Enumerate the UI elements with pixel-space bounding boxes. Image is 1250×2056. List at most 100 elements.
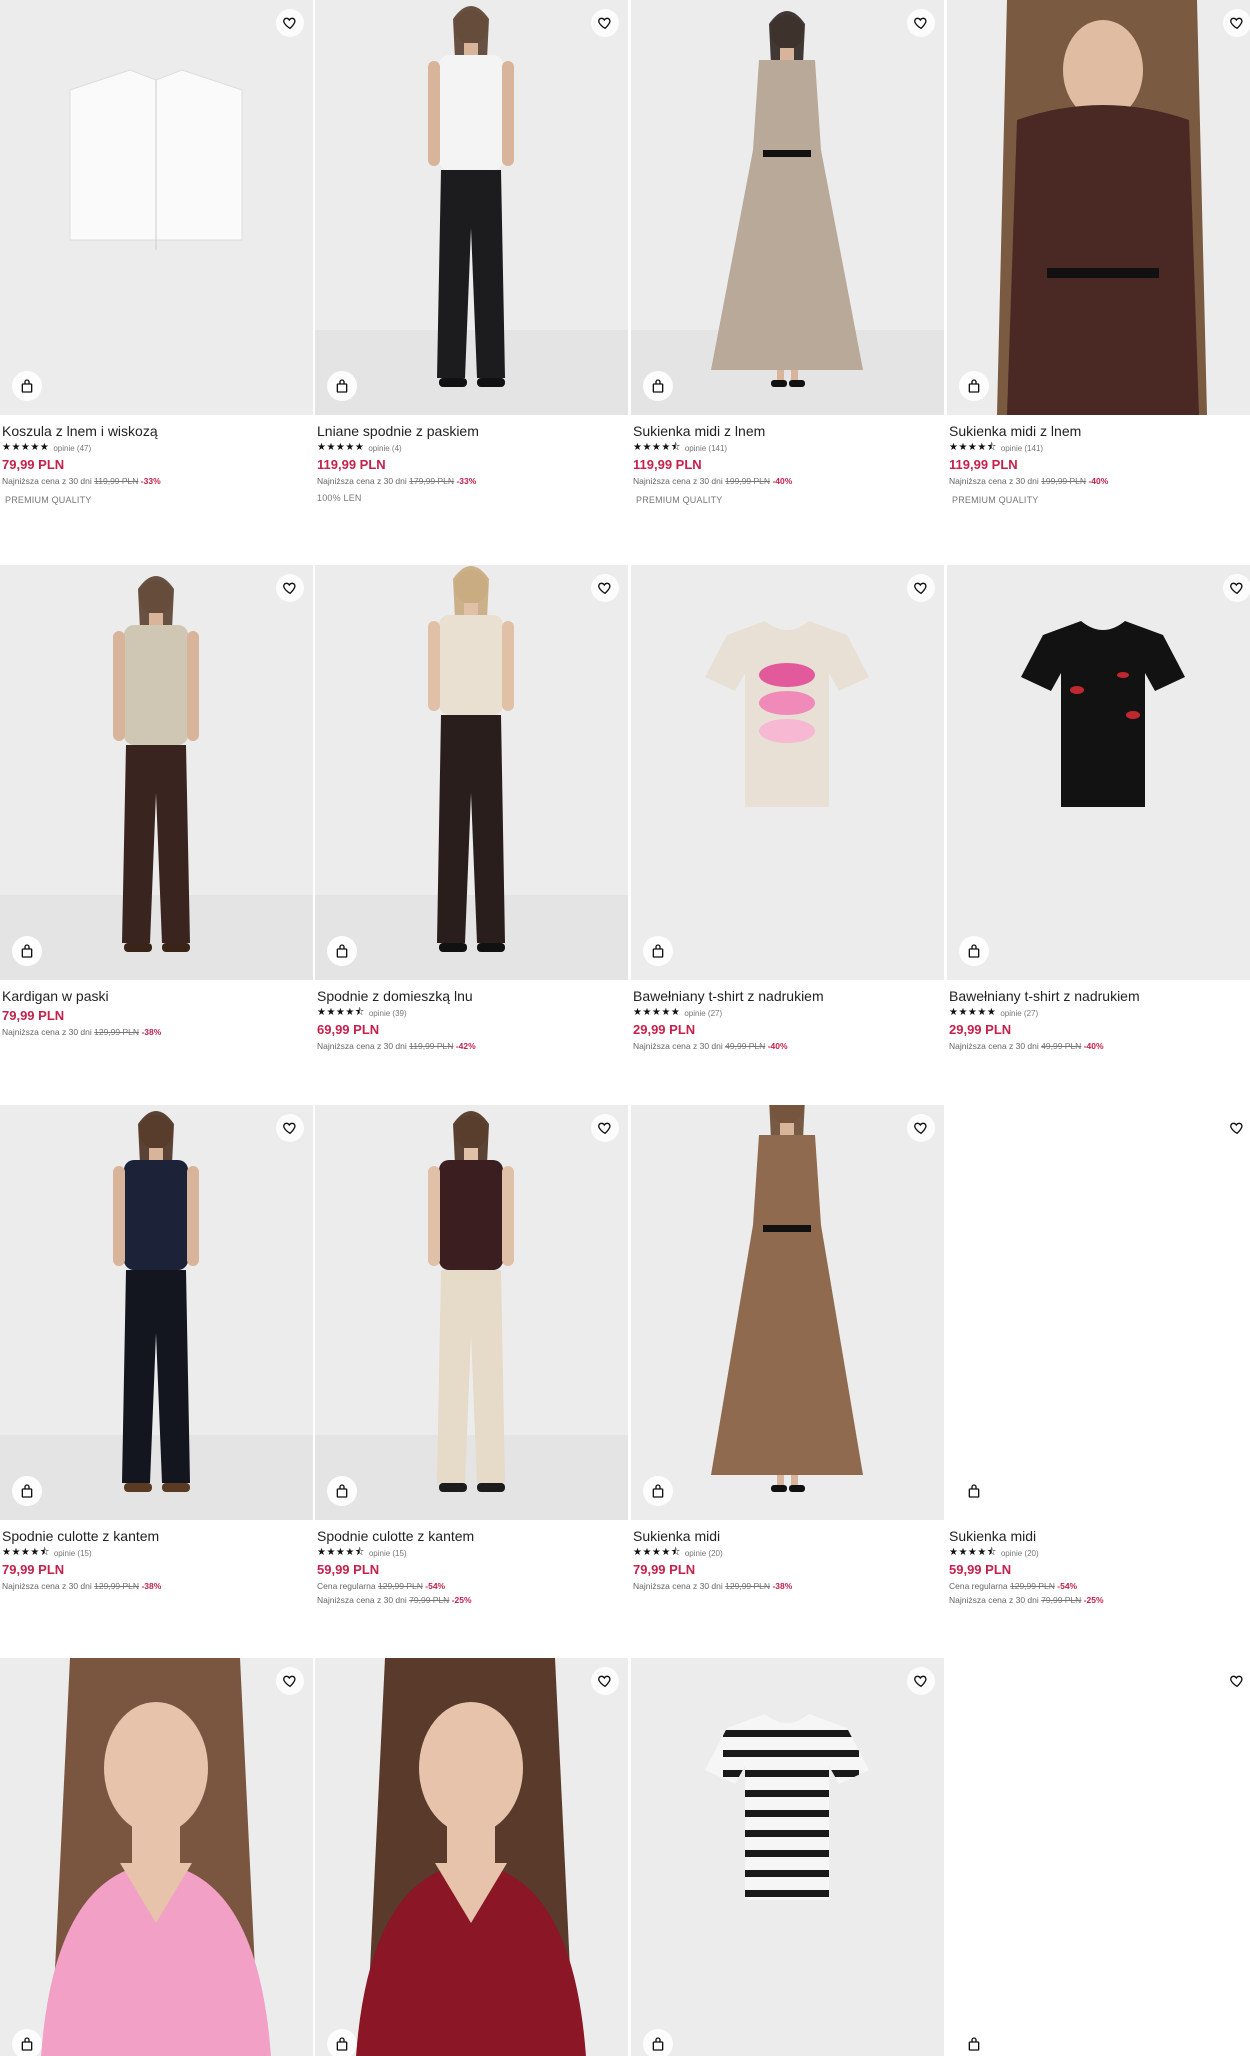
product-card[interactable]: Sukienka midi z lnem ★★★★⯪ opinie (141) 1…: [631, 0, 944, 505]
product-card[interactable]: Sukienka midi ★★★★⯪ opinie (20) 79,99 PLN…: [631, 1105, 944, 1592]
product-card[interactable]: [315, 1658, 628, 2056]
shopping-bag-icon[interactable]: [959, 2029, 989, 2056]
product-card[interactable]: Bawełniany t-shirt z nadrukiem ★★★★★ opi…: [947, 565, 1250, 1052]
heart-icon[interactable]: [591, 1114, 619, 1142]
product-price: 79,99 PLN: [2, 1008, 65, 1023]
review-count[interactable]: opinie (20): [1001, 1549, 1039, 1558]
product-name[interactable]: Sukienka midi z lnem: [949, 423, 1250, 440]
product-name[interactable]: Bawełniany t-shirt z nadrukiem: [949, 988, 1250, 1005]
product-image[interactable]: [631, 1105, 944, 1520]
review-count[interactable]: opinie (47): [53, 444, 91, 453]
product-name[interactable]: Koszula z lnem i wiskozą: [2, 423, 311, 440]
product-image[interactable]: [0, 0, 313, 415]
product-card[interactable]: Koszula z lnem i wiskozą ★★★★★ opinie (4…: [0, 0, 313, 505]
product-name[interactable]: Lniane spodnie z paskiem: [317, 423, 626, 440]
heart-icon[interactable]: [1223, 1114, 1250, 1142]
shopping-bag-icon[interactable]: [12, 371, 42, 401]
product-name[interactable]: Kardigan w paski: [2, 988, 311, 1005]
shopping-bag-icon[interactable]: [959, 1476, 989, 1506]
product-card[interactable]: [0, 1658, 313, 2056]
product-card[interactable]: [947, 1658, 1250, 2056]
shopping-bag-icon[interactable]: [327, 936, 357, 966]
shopping-bag-icon[interactable]: [643, 936, 673, 966]
shopping-bag-icon[interactable]: [12, 1476, 42, 1506]
review-count[interactable]: opinie (141): [685, 444, 727, 453]
review-count[interactable]: opinie (39): [369, 1009, 407, 1018]
product-card[interactable]: Spodnie culotte z kantem ★★★★⯪ opinie (1…: [315, 1105, 628, 1606]
heart-icon[interactable]: [276, 9, 304, 37]
shopping-bag-icon[interactable]: [959, 936, 989, 966]
heart-icon[interactable]: [907, 1667, 935, 1695]
product-price: 69,99 PLN: [317, 1022, 380, 1037]
rating-stars: ★★★★★: [2, 442, 50, 453]
product-image[interactable]: [947, 565, 1250, 980]
shopping-bag-icon[interactable]: [327, 2029, 357, 2056]
product-card[interactable]: Sukienka midi ★★★★⯪ opinie (20) 59,99 PLN…: [947, 1105, 1250, 1606]
product-name[interactable]: Spodnie z domieszką lnu: [317, 988, 626, 1005]
shopping-bag-icon[interactable]: [327, 371, 357, 401]
product-image[interactable]: [631, 0, 944, 415]
heart-icon[interactable]: [276, 1667, 304, 1695]
heart-icon[interactable]: [1223, 9, 1250, 37]
review-count[interactable]: opinie (27): [684, 1009, 722, 1018]
product-image[interactable]: [0, 565, 313, 980]
product-name[interactable]: Spodnie culotte z kantem: [2, 1528, 311, 1545]
product-card[interactable]: Lniane spodnie z paskiem ★★★★★ opinie (4…: [315, 0, 628, 503]
product-image[interactable]: [947, 1105, 1250, 1520]
product-card[interactable]: Spodnie culotte z kantem ★★★★⯪ opinie (1…: [0, 1105, 313, 1592]
old-price: 129,99 PLN: [377, 1581, 423, 1591]
heart-icon[interactable]: [1223, 574, 1250, 602]
product-image[interactable]: [315, 0, 628, 415]
heart-icon[interactable]: [276, 1114, 304, 1142]
review-count[interactable]: opinie (15): [369, 1549, 407, 1558]
product-photo: [315, 0, 628, 415]
product-card[interactable]: Bawełniany t-shirt z nadrukiem ★★★★★ opi…: [631, 565, 944, 1052]
product-image[interactable]: [947, 1658, 1250, 2056]
review-count[interactable]: opinie (15): [54, 1549, 92, 1558]
heart-icon[interactable]: [276, 574, 304, 602]
shopping-bag-icon[interactable]: [327, 1476, 357, 1506]
product-image[interactable]: [315, 1658, 628, 2056]
product-card[interactable]: Kardigan w paski 79,99 PLN Najniższa cena…: [0, 565, 313, 1038]
shopping-bag-icon[interactable]: [643, 1476, 673, 1506]
heart-icon[interactable]: [907, 574, 935, 602]
product-name[interactable]: Bawełniany t-shirt z nadrukiem: [633, 988, 942, 1005]
product-photo: [947, 565, 1250, 980]
shopping-bag-icon[interactable]: [643, 2029, 673, 2056]
product-image[interactable]: [315, 1105, 628, 1520]
price-history-label: Najniższa cena z 30 dni: [317, 1595, 407, 1605]
product-info: Koszula z lnem i wiskozą ★★★★★ opinie (4…: [0, 415, 313, 505]
heart-icon[interactable]: [591, 574, 619, 602]
shopping-bag-icon[interactable]: [12, 936, 42, 966]
product-image[interactable]: [631, 565, 944, 980]
product-info: Spodnie z domieszką lnu ★★★★⯪ opinie (39…: [315, 980, 628, 1052]
product-image[interactable]: [0, 1658, 313, 2056]
product-info: Sukienka midi ★★★★⯪ opinie (20) 59,99 PLN…: [947, 1520, 1250, 1606]
rating-stars: ★★★★⯪: [633, 1547, 681, 1558]
product-image[interactable]: [631, 1658, 944, 2056]
product-card[interactable]: [631, 1658, 944, 2056]
heart-icon[interactable]: [907, 9, 935, 37]
heart-icon[interactable]: [907, 1114, 935, 1142]
product-name[interactable]: Sukienka midi: [633, 1528, 942, 1545]
product-image[interactable]: [947, 0, 1250, 415]
review-count[interactable]: opinie (27): [1000, 1009, 1038, 1018]
product-image[interactable]: [315, 565, 628, 980]
product-name[interactable]: Sukienka midi z lnem: [633, 423, 942, 440]
review-count[interactable]: opinie (141): [1001, 444, 1043, 453]
heart-icon[interactable]: [591, 1667, 619, 1695]
heart-icon[interactable]: [1223, 1667, 1250, 1695]
product-name[interactable]: Sukienka midi: [949, 1528, 1250, 1545]
review-count[interactable]: opinie (20): [685, 1549, 723, 1558]
shopping-bag-icon[interactable]: [12, 2029, 42, 2056]
shopping-bag-icon[interactable]: [959, 371, 989, 401]
old-price: 119,99 PLN: [409, 1041, 454, 1051]
product-photo: [0, 1658, 313, 2056]
product-card[interactable]: Sukienka midi z lnem ★★★★⯪ opinie (141) 1…: [947, 0, 1250, 505]
heart-icon[interactable]: [591, 9, 619, 37]
product-image[interactable]: [0, 1105, 313, 1520]
product-name[interactable]: Spodnie culotte z kantem: [317, 1528, 626, 1545]
review-count[interactable]: opinie (4): [368, 444, 401, 453]
shopping-bag-icon[interactable]: [643, 371, 673, 401]
product-card[interactable]: Spodnie z domieszką lnu ★★★★⯪ opinie (39…: [315, 565, 628, 1052]
